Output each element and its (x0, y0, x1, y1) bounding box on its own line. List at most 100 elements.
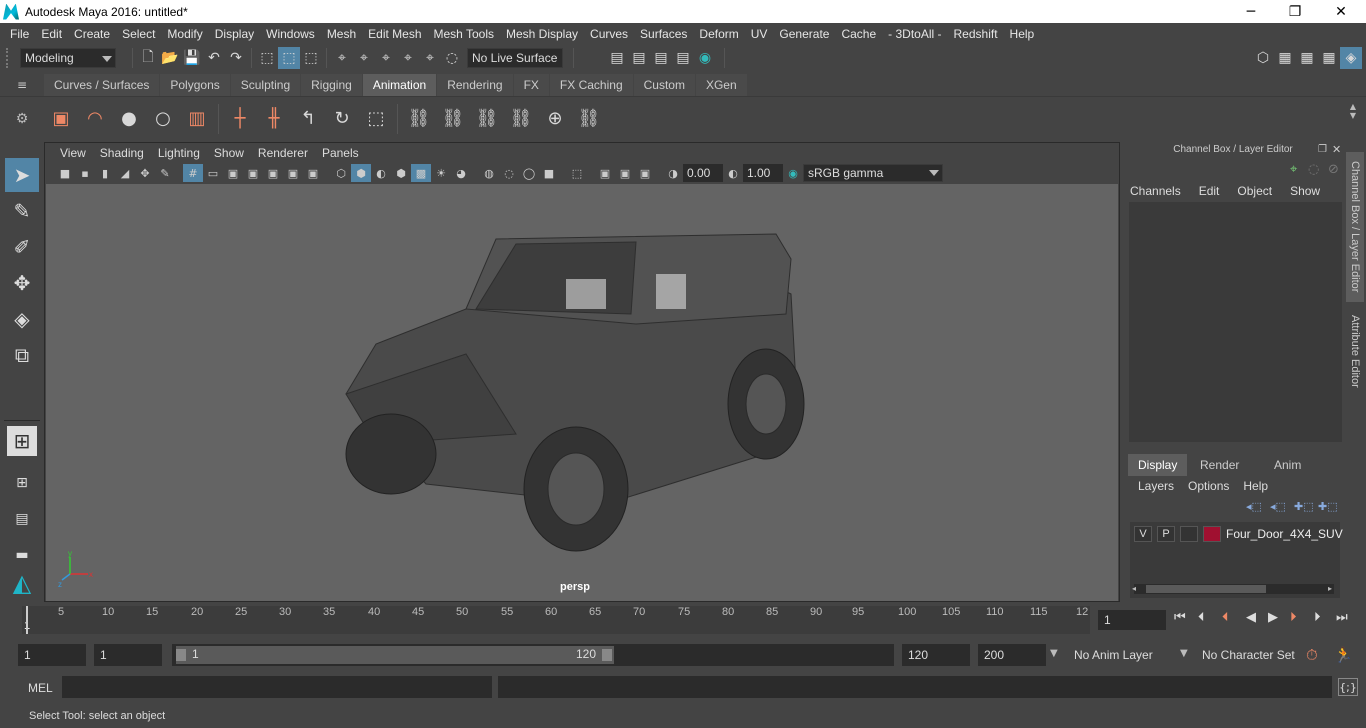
menu-deform[interactable]: Deform (693, 27, 744, 41)
panel-menu-renderer[interactable]: Renderer (251, 146, 315, 160)
range-slider-handle[interactable]: 1 120 (176, 646, 614, 664)
scroll-right-icon[interactable]: ▸ (1328, 584, 1332, 593)
menu-mesh-tools[interactable]: Mesh Tools (428, 27, 500, 41)
menu-modify[interactable]: Modify (161, 27, 208, 41)
playback-end-field[interactable]: 120 (902, 644, 970, 666)
render-view-icon[interactable]: ▤ (606, 47, 628, 69)
panel-menu-lighting[interactable]: Lighting (151, 146, 207, 160)
anim-layer-dropdown[interactable]: No Anim Layer (1068, 644, 1168, 666)
auto-key-icon[interactable]: ⌖ (1290, 162, 1297, 177)
chevron-down-icon[interactable]: ▼ (1050, 648, 1058, 659)
create-joint-icon[interactable]: ↰ (291, 102, 325, 136)
new-scene-icon[interactable]: 🗋 (137, 47, 159, 69)
tab-render-layers[interactable]: Render (1190, 454, 1249, 476)
set-key-icon[interactable]: ┼ (223, 102, 257, 136)
gamma-field[interactable]: 1.00 (743, 164, 783, 182)
menuset-dropdown[interactable]: Modeling (20, 48, 116, 68)
panel-menu-shading[interactable]: Shading (93, 146, 151, 160)
layer-row[interactable]: V P Four_Door_4X4_SUV (1134, 524, 1343, 544)
range-slider-track[interactable]: 1 120 (172, 644, 894, 666)
menu-mesh[interactable]: Mesh (321, 27, 362, 41)
menu-surfaces[interactable]: Surfaces (634, 27, 693, 41)
two-d-pan-icon[interactable]: ✥ (135, 164, 155, 182)
chevron-down-icon[interactable]: ▼ (1180, 648, 1188, 659)
default-material-icon[interactable]: ⬢ (391, 164, 411, 182)
tab-attribute-editor[interactable]: Attribute Editor (1346, 306, 1364, 396)
layer-playback-toggle[interactable]: P (1157, 526, 1175, 542)
scale-tool-icon[interactable]: ⧉ (5, 338, 39, 372)
select-tool-icon[interactable]: ➤ (5, 158, 39, 192)
range-start-grip[interactable] (176, 649, 186, 661)
go-to-end-icon[interactable]: ⏭ (1336, 610, 1348, 625)
grid-icon[interactable]: # (183, 164, 203, 182)
minimize-button[interactable]: ─ (1228, 0, 1274, 23)
scrollbar-thumb[interactable] (1146, 585, 1266, 593)
resolution-gate-icon[interactable]: ▣ (223, 164, 243, 182)
hypershade-icon[interactable]: ◉ (694, 47, 716, 69)
command-input[interactable] (62, 676, 492, 698)
range-end-grip[interactable] (602, 649, 612, 661)
layer-display-type-toggle[interactable] (1180, 526, 1198, 542)
modeling-toolkit-icon[interactable]: ⬡ (1252, 47, 1274, 69)
image-plane-icon[interactable]: ◢ (115, 164, 135, 182)
four-view-layout-icon[interactable]: ⊞ (5, 466, 39, 500)
field-chart-icon[interactable]: ▣ (263, 164, 283, 182)
layer-list-scrollbar[interactable]: ◂ ▸ (1132, 584, 1334, 594)
ambient-occlusion-icon[interactable]: ◍ (479, 164, 499, 182)
play-forwards-icon[interactable]: ▶ (1268, 610, 1278, 625)
show-menu[interactable]: Show (1290, 184, 1320, 198)
bookmark-icon[interactable]: ▮ (95, 164, 115, 182)
snap-grid-icon[interactable]: ⌖ (331, 47, 353, 69)
grip-handle[interactable] (6, 48, 12, 68)
auto-keyframe-icon[interactable]: ⏱ (1306, 646, 1318, 664)
go-to-start-icon[interactable]: ⏮ (1174, 610, 1186, 625)
tab-display-layers[interactable]: Display (1128, 454, 1188, 476)
shelf-settings-gear-icon[interactable]: ⚙ (0, 99, 44, 139)
open-scene-icon[interactable]: 📂 (159, 47, 181, 69)
smooth-shade-icon[interactable]: ⬢ (351, 164, 371, 182)
menu-windows[interactable]: Windows (260, 27, 321, 41)
step-forward-key-icon[interactable]: ⏵ (1290, 610, 1297, 625)
tab-polygons[interactable]: Polygons (160, 74, 230, 96)
rotate-tool-icon[interactable]: ◈ (5, 302, 39, 336)
tab-fx[interactable]: FX (513, 74, 549, 96)
menu-curves[interactable]: Curves (584, 27, 634, 41)
new-layer-from-selection-icon[interactable]: ✚⬚ (1318, 500, 1338, 513)
character-set-dropdown[interactable]: No Character Set (1196, 644, 1300, 666)
set-breakdown-icon[interactable]: ╫ (257, 102, 291, 136)
gamma-icon[interactable]: ◐ (723, 164, 743, 182)
ghost-icon[interactable]: ● (112, 102, 146, 136)
color-space-dropdown[interactable]: sRGB gamma (803, 164, 943, 182)
create-turntable-icon[interactable]: ▥ (180, 102, 214, 136)
move-tool-icon[interactable]: ✥ (5, 266, 39, 300)
live-surface-field[interactable]: No Live Surface (467, 48, 563, 68)
menu-3dtoall[interactable]: - 3DtoAll - (882, 27, 947, 41)
constraint-icon[interactable]: ⬚ (359, 102, 393, 136)
playback-start-field[interactable]: 1 (94, 644, 162, 666)
scale-constraint-icon[interactable]: ⛓ (504, 102, 538, 136)
cancel-icon[interactable]: ⊘ (1328, 162, 1339, 177)
channels-menu[interactable]: Channels (1130, 184, 1181, 198)
menu-display[interactable]: Display (209, 27, 260, 41)
layers-menu[interactable]: Layers (1138, 479, 1174, 493)
layer-editor-toggle-icon[interactable]: ◈ (1340, 47, 1362, 69)
help-menu[interactable]: Help (1243, 479, 1268, 493)
tab-anim-layers[interactable]: Anim (1264, 454, 1311, 476)
tab-xgen[interactable]: XGen (695, 74, 747, 96)
move-layer-down-icon[interactable]: ◂⬚ (1270, 500, 1286, 513)
parent-constraint-icon[interactable]: ⛓ (402, 102, 436, 136)
tool-settings-toggle-icon[interactable]: ▦ (1296, 47, 1318, 69)
aim-constraint-icon[interactable]: ⊕ (538, 102, 572, 136)
render-frame-icon[interactable]: ▤ (628, 47, 650, 69)
layer-visibility-toggle[interactable]: V (1134, 526, 1152, 542)
tab-rigging[interactable]: Rigging (301, 74, 362, 96)
lasso-tool-icon[interactable]: ✎ (5, 194, 39, 228)
sync-icon[interactable]: ◌ (1308, 162, 1319, 177)
menu-mesh-display[interactable]: Mesh Display (500, 27, 584, 41)
menu-create[interactable]: Create (68, 27, 116, 41)
step-back-key-icon[interactable]: ⏴ (1222, 610, 1229, 625)
point-constraint-icon[interactable]: ⛓ (436, 102, 470, 136)
safe-title-icon[interactable]: ▣ (303, 164, 323, 182)
camera-attributes-icon[interactable]: ▪ (75, 164, 95, 182)
tab-rendering[interactable]: Rendering (437, 74, 513, 96)
